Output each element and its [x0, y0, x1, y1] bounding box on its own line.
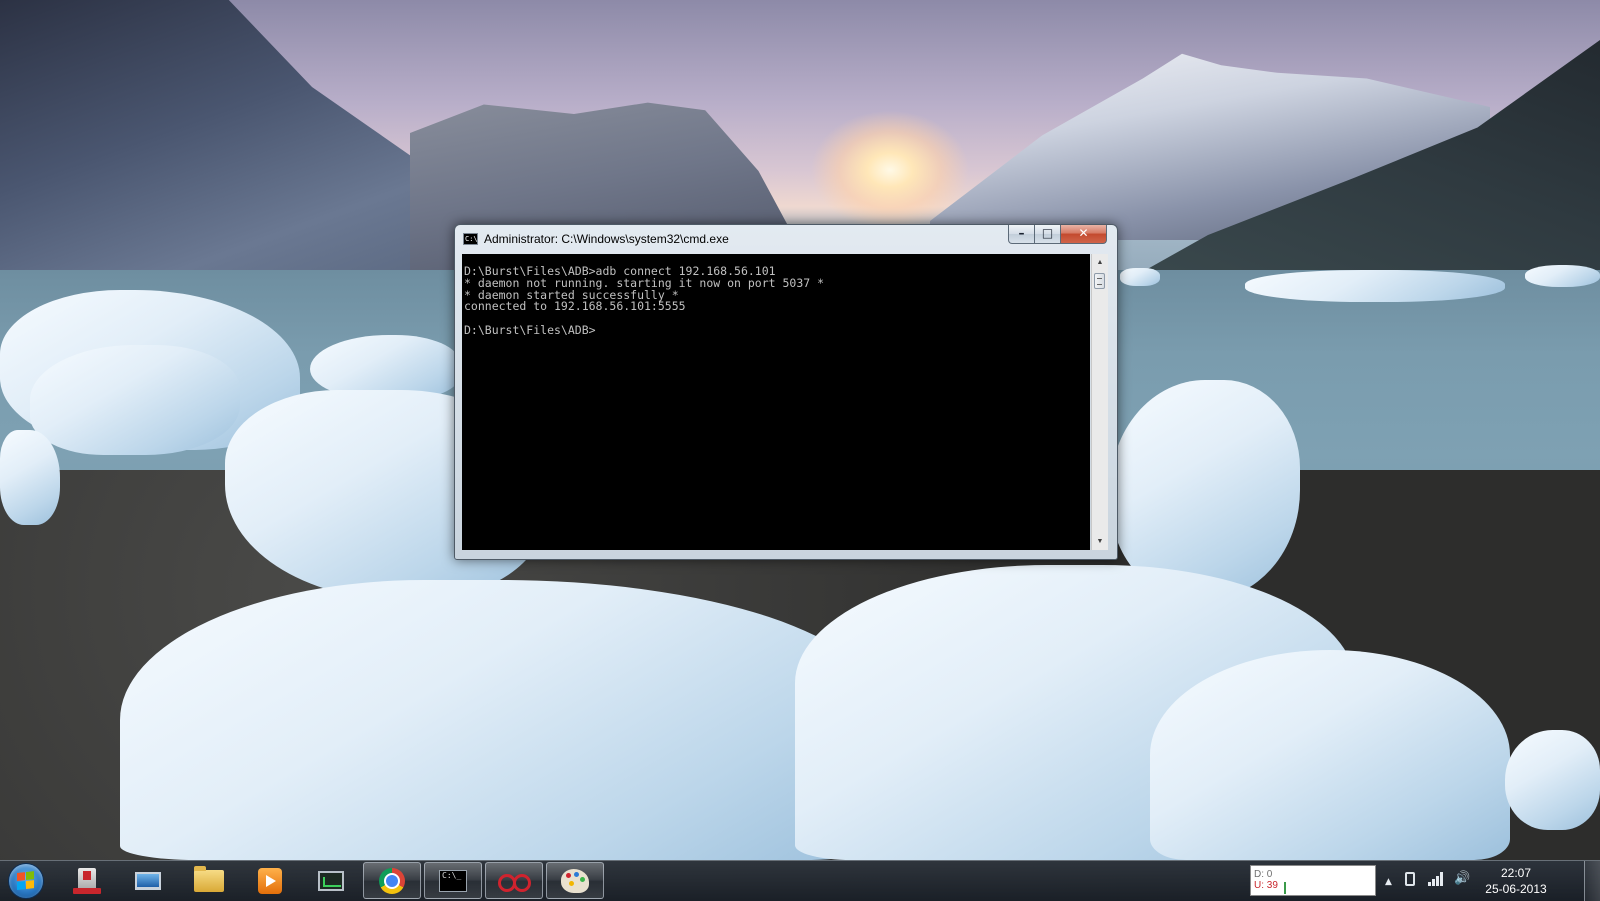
scroll-up-arrow-icon[interactable]: ▲ — [1092, 254, 1108, 271]
taskbar-button-media-player[interactable] — [241, 862, 299, 899]
system-clock[interactable]: 22:07 25-06-2013 — [1476, 865, 1556, 897]
clock-time: 22:07 — [1500, 866, 1532, 880]
scroll-down-arrow-icon[interactable]: ▼ — [1092, 533, 1108, 550]
taskbar: C:\_ D: 0 U: 39 ▲ 🔊 22:07 25-06-2013 — [0, 860, 1600, 901]
windows-flag-icon — [17, 871, 35, 891]
wallpaper-ice — [1120, 268, 1160, 286]
show-hidden-icons-arrow-icon[interactable]: ▲ — [1385, 874, 1392, 890]
scrollbar-thumb[interactable] — [1094, 273, 1105, 289]
window-titlebar[interactable]: C:\ Administrator: C:\Windows\system32\c… — [455, 225, 1117, 253]
network-meter-widget[interactable]: D: 0 U: 39 — [1250, 865, 1376, 896]
media-player-icon — [258, 867, 282, 894]
cmd-window[interactable]: C:\ Administrator: C:\Windows\system32\c… — [454, 224, 1118, 560]
task-manager-icon — [318, 870, 344, 891]
minimize-button[interactable]: – — [1008, 225, 1035, 244]
taskbar-button-usb-tool[interactable] — [58, 862, 116, 899]
taskbar-button-explorer[interactable] — [180, 862, 238, 899]
loop-app-icon — [498, 873, 531, 892]
window-title: Administrator: C:\Windows\system32\cmd.e… — [484, 232, 729, 246]
computer-icon — [135, 871, 161, 890]
console-output[interactable]: D:\Burst\Files\ADB>adb connect 192.168.5… — [462, 254, 1090, 550]
chrome-icon — [379, 867, 405, 894]
close-button[interactable]: ✕ — [1060, 225, 1107, 244]
taskbar-button-cmd[interactable]: C:\_ — [424, 862, 482, 899]
cmd-window-icon[interactable]: C:\ — [463, 233, 478, 245]
start-button[interactable] — [4, 862, 48, 900]
net-upload-label: U: 39 — [1254, 880, 1278, 891]
wallpaper-ice — [1505, 730, 1600, 830]
taskbar-button-task-manager[interactable] — [302, 862, 360, 899]
console-prompt[interactable]: D:\Burst\Files\ADB> — [464, 324, 1090, 337]
net-graph-bar — [1284, 882, 1286, 894]
usb-tool-icon — [73, 867, 101, 894]
wallpaper-ice — [120, 580, 880, 860]
power-icon[interactable] — [1405, 872, 1415, 886]
taskbar-button-computer[interactable] — [119, 862, 177, 899]
paint-icon — [561, 868, 589, 893]
cmd-icon: C:\_ — [439, 869, 467, 892]
taskbar-button-paint[interactable] — [546, 862, 604, 899]
wallpaper-ice — [0, 430, 60, 525]
folder-icon — [194, 865, 224, 892]
wallpaper-ice — [30, 345, 240, 455]
taskbar-button-loop-app[interactable] — [485, 862, 543, 899]
wallpaper-ice — [1245, 270, 1505, 302]
show-desktop-button[interactable] — [1584, 861, 1600, 901]
wallpaper-ice — [1525, 265, 1600, 287]
net-download-label: D: 0 — [1254, 869, 1273, 880]
taskbar-button-chrome[interactable] — [363, 862, 421, 899]
console-line: connected to 192.168.56.101:5555 — [464, 299, 686, 314]
wallpaper-ice — [1150, 650, 1510, 860]
volume-icon[interactable]: 🔊 — [1454, 871, 1470, 887]
clock-date: 25-06-2013 — [1485, 882, 1547, 896]
maximize-button[interactable]: □ — [1034, 225, 1061, 244]
network-signal-icon[interactable] — [1428, 872, 1444, 886]
vertical-scrollbar[interactable]: ▲ ▼ — [1091, 254, 1108, 550]
